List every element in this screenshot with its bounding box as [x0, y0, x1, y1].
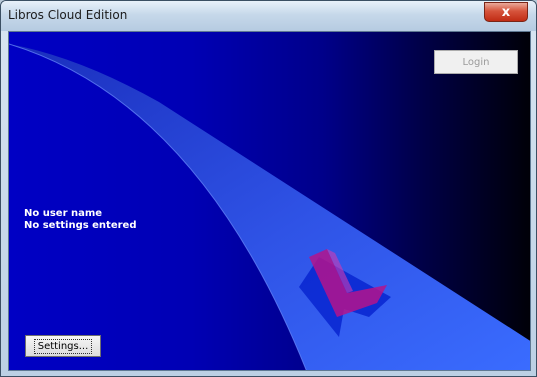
- settings-button[interactable]: Settings...: [25, 335, 101, 357]
- close-button[interactable]: x: [484, 2, 528, 22]
- settings-button-label: Settings...: [33, 338, 93, 354]
- status-settings: No settings entered: [24, 220, 137, 231]
- window-title: Libros Cloud Edition: [8, 8, 128, 22]
- app-window: Libros Cloud Edition x Login No user nam…: [0, 0, 537, 377]
- close-icon: x: [501, 4, 511, 20]
- login-button[interactable]: Login: [434, 50, 518, 74]
- status-user-name: No user name: [24, 208, 103, 219]
- background-art: [9, 43, 530, 370]
- main-panel: Login No user name No settings entered S…: [8, 31, 531, 371]
- title-bar[interactable]: Libros Cloud Edition x: [1, 1, 536, 31]
